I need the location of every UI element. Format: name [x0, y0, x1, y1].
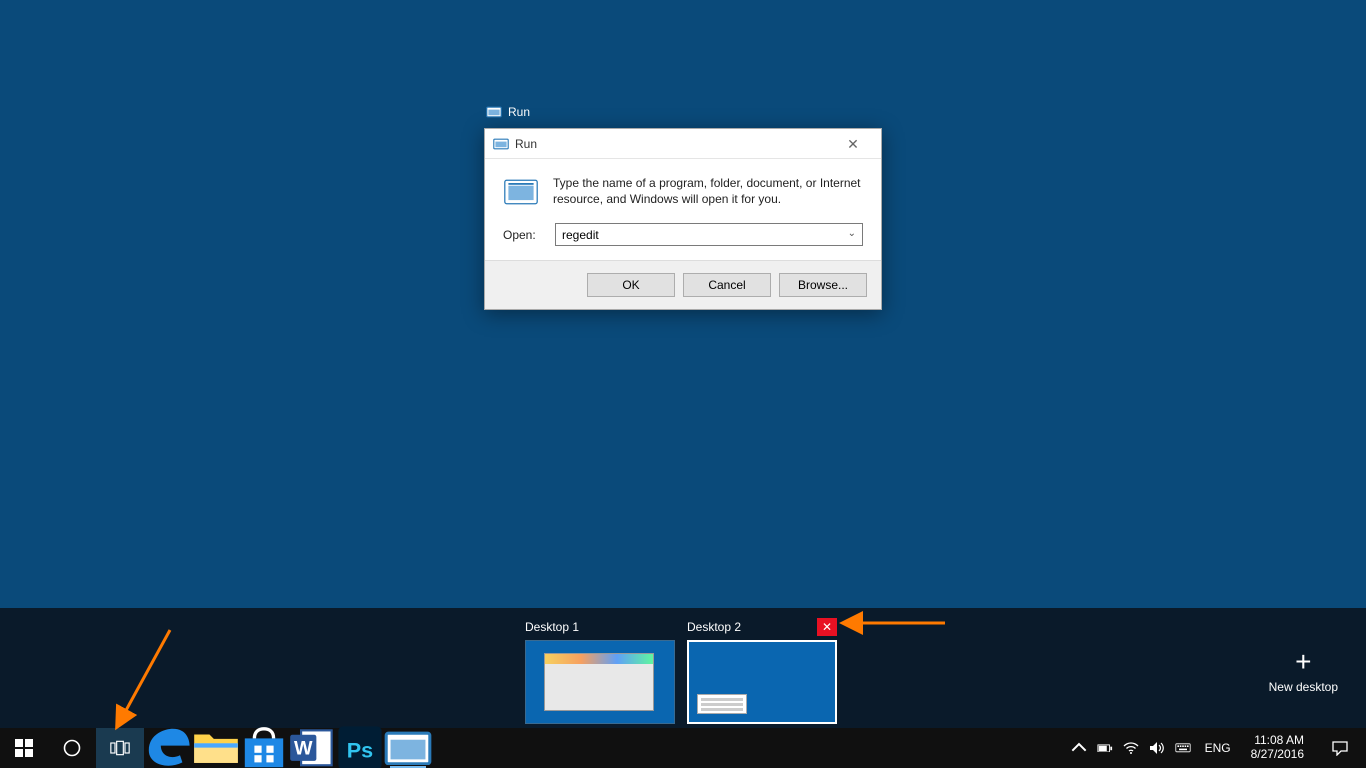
tray-overflow-button[interactable] — [1071, 740, 1087, 756]
cortana-button[interactable] — [48, 728, 96, 768]
clock-date: 8/27/2016 — [1251, 748, 1304, 762]
battery-tray-button[interactable] — [1097, 740, 1113, 756]
run-window-preview-title: Run — [508, 105, 530, 119]
clock-button[interactable]: 11:08 AM 8/27/2016 — [1245, 732, 1310, 764]
run-taskbar-icon — [384, 731, 432, 766]
virtual-desktop-2[interactable]: Desktop 2 ✕ — [687, 618, 837, 724]
edge-icon — [144, 724, 192, 768]
app-preview-thumbnail — [544, 653, 654, 711]
file-explorer-taskbar-button[interactable] — [192, 728, 240, 768]
close-button[interactable]: ✕ — [833, 130, 873, 158]
task-view-bar: Desktop 1 Desktop 2 ✕ + New desktop — [0, 608, 1366, 728]
close-desktop-button[interactable]: ✕ — [817, 618, 837, 636]
run-dialog: Run ✕ Type the name of a program, folder… — [484, 128, 882, 310]
system-tray — [1071, 740, 1191, 756]
file-explorer-icon — [192, 728, 240, 767]
photoshop-taskbar-button[interactable]: Ps — [336, 728, 384, 768]
photoshop-icon: Ps — [336, 724, 384, 768]
cortana-icon — [62, 738, 82, 758]
new-desktop-label: New desktop — [1269, 680, 1338, 694]
chevron-up-icon — [1071, 740, 1087, 756]
store-icon — [240, 724, 288, 768]
keyboard-icon — [1175, 743, 1191, 753]
virtual-desktop-1[interactable]: Desktop 1 — [525, 618, 675, 724]
volume-icon — [1149, 741, 1165, 755]
run-dialog-description: Type the name of a program, folder, docu… — [553, 175, 863, 207]
language-indicator[interactable]: ENG — [1201, 741, 1235, 755]
svg-text:W: W — [294, 738, 313, 760]
keyboard-tray-button[interactable] — [1175, 740, 1191, 756]
run-dialog-title: Run — [515, 137, 833, 151]
task-view-icon — [110, 738, 130, 758]
action-center-button[interactable] — [1320, 740, 1360, 756]
word-taskbar-button[interactable]: W — [288, 728, 336, 768]
virtual-desktop-label: Desktop 2 — [687, 620, 817, 634]
volume-tray-button[interactable] — [1149, 740, 1165, 756]
word-icon: W — [288, 726, 336, 768]
edge-taskbar-button[interactable] — [144, 728, 192, 768]
run-preview-thumbnail — [697, 694, 747, 714]
wifi-tray-button[interactable] — [1123, 740, 1139, 756]
open-combobox[interactable]: regedit ⌄ — [555, 223, 863, 246]
run-dialog-titlebar[interactable]: Run ✕ — [485, 129, 881, 159]
ok-button[interactable]: OK — [587, 273, 675, 297]
start-button[interactable] — [0, 728, 48, 768]
open-label: Open: — [503, 228, 541, 242]
run-icon — [493, 137, 509, 151]
battery-icon — [1097, 744, 1113, 753]
new-desktop-button[interactable]: + New desktop — [1269, 648, 1338, 694]
chevron-down-icon: ⌄ — [848, 228, 856, 239]
store-taskbar-button[interactable] — [240, 728, 288, 768]
run-dialog-button-row: OK Cancel Browse... — [485, 260, 881, 309]
open-combobox-value: regedit — [562, 228, 599, 242]
run-icon — [486, 106, 502, 118]
svg-text:Ps: Ps — [347, 738, 373, 763]
run-window-preview-label: Run — [486, 105, 530, 119]
desktop-task-view-area: Run Run ✕ Type the name of a program, fo… — [0, 0, 1366, 608]
plus-icon: + — [1269, 648, 1338, 676]
taskbar: W Ps — [0, 728, 1366, 768]
wifi-icon — [1123, 742, 1139, 754]
virtual-desktop-label: Desktop 1 — [525, 620, 675, 634]
virtual-desktop-thumbnail[interactable] — [687, 640, 837, 724]
virtual-desktop-thumbnail[interactable] — [525, 640, 675, 724]
cancel-button[interactable]: Cancel — [683, 273, 771, 297]
task-view-button[interactable] — [96, 728, 144, 768]
action-center-icon — [1331, 740, 1349, 756]
start-icon — [14, 738, 34, 758]
run-icon — [503, 177, 539, 207]
run-taskbar-button[interactable] — [384, 728, 432, 768]
clock-time: 11:08 AM — [1251, 734, 1304, 748]
browse-button[interactable]: Browse... — [779, 273, 867, 297]
